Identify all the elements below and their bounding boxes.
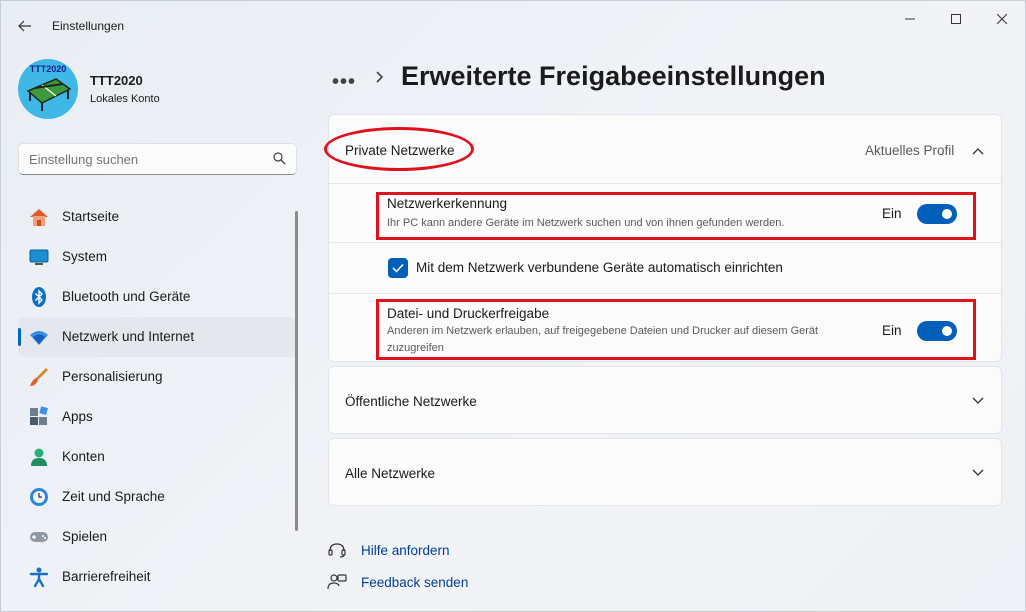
app-title: Einstellungen: [52, 19, 125, 33]
sidebar-item-spielen[interactable]: Spielen: [18, 517, 297, 557]
clock-globe-icon: [30, 488, 48, 506]
close-button[interactable]: [979, 7, 1025, 31]
expand-button[interactable]: [967, 391, 989, 411]
back-button[interactable]: [11, 13, 39, 39]
highlight-network-discovery: [376, 192, 976, 240]
back-arrow-icon: [18, 20, 31, 32]
sidebar-item-apps[interactable]: Apps: [18, 397, 297, 437]
search-icon: [273, 152, 286, 165]
gamepad-icon: [30, 532, 48, 542]
sidebar-item-personalisierung[interactable]: Personalisierung: [18, 357, 297, 397]
sidebar-item-label: Zeit und Sprache: [62, 489, 165, 504]
apps-icon: [30, 406, 48, 425]
sidebar-item-label: Spielen: [62, 529, 108, 544]
sidebar-item-zeit[interactable]: Zeit und Sprache: [18, 477, 297, 517]
user-name: TTT2020: [90, 73, 143, 88]
sidebar-item-startseite[interactable]: Startseite: [18, 197, 297, 237]
auto-setup-row: Mit dem Netzwerk verbundene Geräte autom…: [329, 242, 1001, 293]
ping-pong-table-icon: [26, 78, 72, 111]
sidebar-nav: Startseite System Bluetooth und Geräte N…: [18, 197, 297, 597]
sidebar-item-label: Apps: [62, 409, 93, 424]
all-networks-title: Alle Netzwerke: [345, 466, 436, 481]
checkmark-icon: [392, 263, 404, 273]
page-title: Erweiterte Freigabeeinstellungen: [401, 61, 826, 91]
active-indicator: [18, 328, 21, 346]
display-icon: [29, 249, 49, 265]
chevron-down-icon: [972, 397, 984, 404]
sidebar-item-bluetooth[interactable]: Bluetooth und Geräte: [18, 277, 297, 317]
highlight-file-printer-sharing: [376, 299, 976, 360]
breadcrumb-more[interactable]: •••: [332, 71, 356, 94]
accessibility-icon: [29, 567, 49, 588]
sidebar-scrollbar[interactable]: [295, 211, 298, 531]
sidebar-item-barrierefreiheit[interactable]: Barrierefreiheit: [18, 557, 297, 597]
chevron-up-icon: [972, 148, 984, 155]
title-bar: Einstellungen: [1, 1, 1025, 49]
sidebar-item-system[interactable]: System: [18, 237, 297, 277]
account-type: Lokales Konto: [90, 93, 160, 105]
collapse-button[interactable]: [967, 141, 989, 161]
sidebar-item-label: Personalisierung: [62, 369, 163, 384]
public-networks-card[interactable]: Öffentliche Netzwerke: [328, 366, 1002, 434]
sidebar-item-label: Bluetooth und Geräte: [62, 289, 191, 304]
highlight-ellipse: [324, 127, 474, 171]
avatar[interactable]: TTT2020: [18, 59, 78, 119]
person-icon: [31, 448, 47, 466]
minimize-button[interactable]: [887, 7, 933, 31]
wifi-icon: [30, 331, 48, 345]
auto-setup-checkbox[interactable]: [388, 258, 408, 278]
help-link-text[interactable]: Hilfe anfordern: [361, 543, 450, 558]
minimize-icon: [905, 18, 915, 20]
feedback-icon: [327, 574, 347, 590]
home-icon: [30, 209, 48, 226]
search-input[interactable]: [29, 150, 264, 168]
search-box[interactable]: [18, 143, 297, 175]
sidebar-item-label: System: [62, 249, 108, 264]
chevron-right-icon: [376, 71, 384, 83]
expand-button[interactable]: [967, 463, 989, 483]
all-networks-card[interactable]: Alle Netzwerke: [328, 438, 1002, 506]
sidebar-item-label: Netzwerk und Internet: [62, 329, 195, 344]
close-icon: [997, 14, 1007, 24]
current-profile-label: Aktuelles Profil: [865, 143, 955, 158]
maximize-icon: [951, 14, 961, 24]
brush-icon: [30, 368, 48, 386]
maximize-button[interactable]: [933, 7, 979, 31]
bluetooth-icon: [32, 287, 46, 307]
settings-window: Einstellungen TTT2020 TTT2020 Lokales Ko…: [0, 0, 1026, 612]
auto-setup-label[interactable]: Mit dem Netzwerk verbundene Geräte autom…: [416, 260, 783, 275]
sidebar-item-label: Startseite: [62, 209, 120, 224]
feedback-link-text[interactable]: Feedback senden: [361, 575, 468, 590]
sidebar-item-label: Konten: [62, 449, 105, 464]
help-icon: [328, 543, 346, 558]
sidebar-item-netzwerk[interactable]: Netzwerk und Internet: [18, 317, 297, 357]
public-networks-title: Öffentliche Netzwerke: [345, 394, 477, 409]
sidebar-item-label: Barrierefreiheit: [62, 569, 151, 584]
chevron-down-icon: [972, 469, 984, 476]
sidebar-item-konten[interactable]: Konten: [18, 437, 297, 477]
